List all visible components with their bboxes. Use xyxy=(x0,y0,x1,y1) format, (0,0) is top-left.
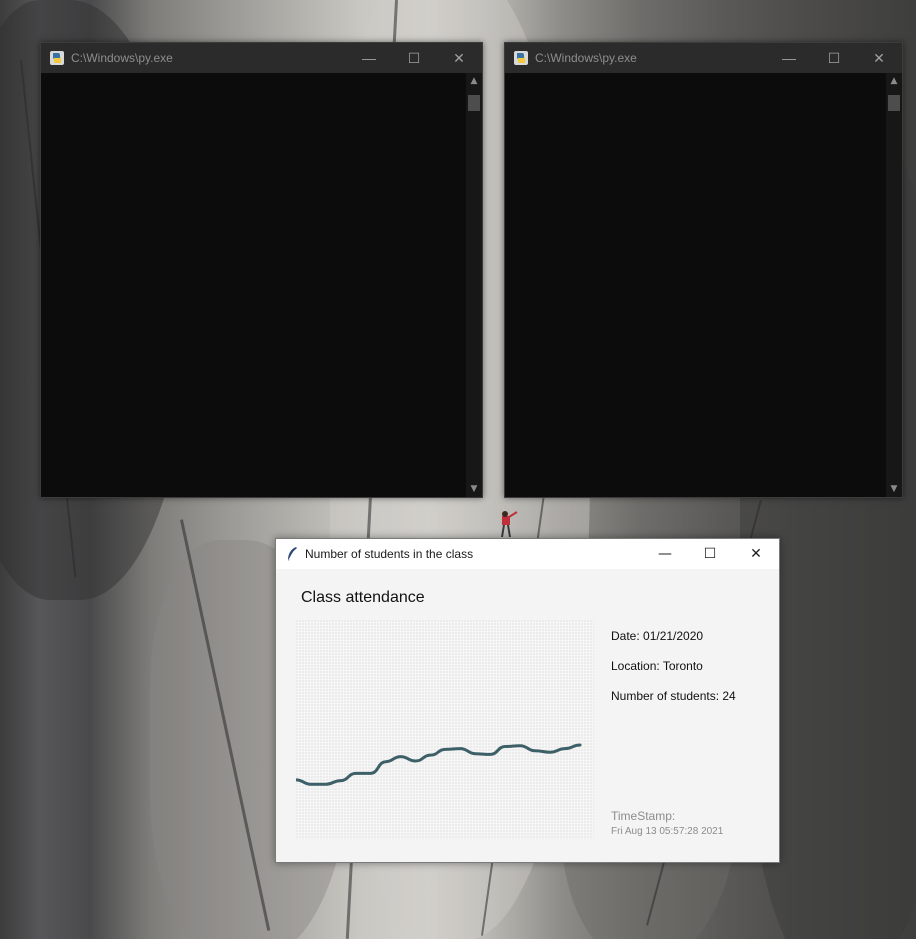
scroll-down-icon[interactable]: ▼ xyxy=(886,481,902,497)
maximize-button[interactable]: ☐ xyxy=(811,43,857,73)
maximize-button[interactable]: ☐ xyxy=(391,43,437,73)
titlebar[interactable]: C:\Windows\py.exe — ☐ ✕ xyxy=(41,43,482,73)
python-icon xyxy=(50,51,64,65)
minimize-button[interactable]: — xyxy=(766,43,812,73)
maximize-button[interactable]: ☐ xyxy=(687,539,733,569)
minimize-button[interactable]: — xyxy=(346,43,392,73)
minimize-button[interactable]: — xyxy=(642,539,688,569)
vertical-scrollbar[interactable]: ▲ ▼ xyxy=(886,73,902,497)
window-title: Number of students in the class xyxy=(305,547,474,561)
console-output[interactable] xyxy=(505,73,886,497)
scroll-up-icon[interactable]: ▲ xyxy=(886,73,902,89)
console-window-left[interactable]: C:\Windows\py.exe — ☐ ✕ ▲ ▼ xyxy=(40,42,483,498)
students-label: Number of students: 24 xyxy=(611,689,736,703)
window-title: C:\Windows\py.exe xyxy=(535,51,637,65)
console-output[interactable] xyxy=(41,73,466,497)
climber-image xyxy=(501,511,518,538)
window-title: C:\Windows\py.exe xyxy=(71,51,173,65)
attendance-chart xyxy=(294,620,594,838)
close-button[interactable]: ✕ xyxy=(733,539,779,569)
timestamp-label: TimeStamp: xyxy=(611,809,676,823)
location-label: Location: Toronto xyxy=(611,659,703,673)
attendance-series-line xyxy=(294,743,582,786)
date-label: Date: 01/21/2020 xyxy=(611,629,704,643)
scroll-down-icon[interactable]: ▼ xyxy=(466,481,482,497)
attendance-window[interactable]: Number of students in the class — ☐ ✕ Cl… xyxy=(275,538,780,863)
scrollbar-thumb[interactable] xyxy=(468,95,480,111)
tk-feather-icon xyxy=(287,547,297,562)
close-button[interactable]: ✕ xyxy=(436,43,482,73)
vertical-scrollbar[interactable]: ▲ ▼ xyxy=(466,73,482,497)
line-chart xyxy=(294,743,582,786)
python-icon xyxy=(514,51,528,65)
console-window-right[interactable]: C:\Windows\py.exe — ☐ ✕ ▲ ▼ xyxy=(504,42,903,498)
titlebar[interactable]: C:\Windows\py.exe — ☐ ✕ xyxy=(505,43,902,73)
titlebar[interactable]: Number of students in the class — ☐ ✕ xyxy=(276,539,779,569)
timestamp-value: Fri Aug 13 05:57:28 2021 xyxy=(611,826,724,837)
close-button[interactable]: ✕ xyxy=(856,43,902,73)
scroll-up-icon[interactable]: ▲ xyxy=(466,73,482,89)
heading: Class attendance xyxy=(301,589,425,606)
scrollbar-thumb[interactable] xyxy=(888,95,900,111)
